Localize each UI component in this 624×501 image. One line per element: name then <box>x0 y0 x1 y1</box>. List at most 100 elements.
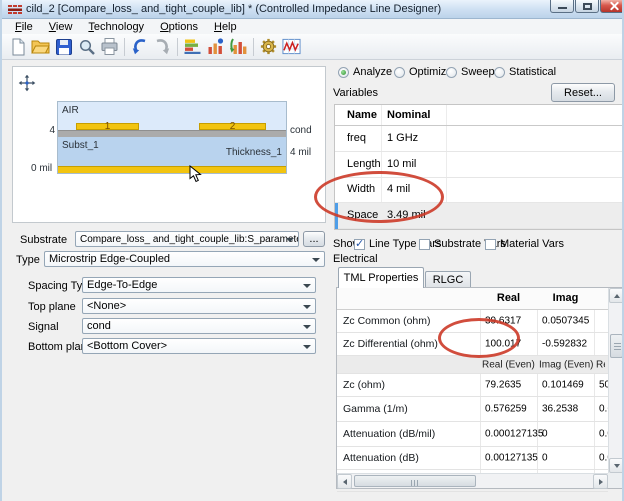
type-label: Type <box>16 254 40 266</box>
chevron-down-icon <box>303 325 311 329</box>
menu-file[interactable]: File <box>7 20 41 33</box>
substrate-label: Subst_1 <box>62 140 99 151</box>
signal-select[interactable]: cond <box>82 318 316 334</box>
radio-sweep-label[interactable]: Sweep <box>461 66 495 78</box>
radio-analyze-label[interactable]: Analyze <box>353 66 392 78</box>
top-plane-select[interactable]: <None> <box>82 298 316 314</box>
menu-view[interactable]: View <box>41 20 81 33</box>
chevron-down-icon <box>286 238 294 242</box>
variable-row-freq[interactable]: freq 1 GHz <box>335 126 622 152</box>
menu-options[interactable]: Options <box>152 20 206 33</box>
col-real-odd: Real ( <box>596 359 605 370</box>
title-bar[interactable]: cild_2 [Compare_loss_ and_tight_couple_l… <box>2 0 624 19</box>
top-plane-value: <None> <box>87 300 126 312</box>
settings-gear-icon[interactable] <box>257 35 280 58</box>
redo-icon[interactable] <box>151 35 174 58</box>
left-tick-label: 4 <box>39 125 55 136</box>
col-imag-even: Imag (Even) <box>539 359 593 370</box>
menu-help[interactable]: Help <box>206 20 245 33</box>
horizontal-scrollbar[interactable] <box>337 473 608 488</box>
annotation-oval-zc-differential <box>438 318 520 358</box>
horizontal-scroll-thumb[interactable] <box>354 475 476 487</box>
move-cursor-icon[interactable] <box>17 73 37 93</box>
zoom-icon[interactable] <box>75 35 98 58</box>
app-window: cild_2 [Compare_loss_ and_tight_couple_l… <box>0 0 624 501</box>
scroll-right-icon[interactable] <box>593 474 608 489</box>
bottom-tick-label: 0 mil <box>31 163 52 174</box>
menu-bar: File View Technology Options Help <box>2 19 624 34</box>
scroll-up-icon[interactable] <box>609 288 624 303</box>
tab-rlgc[interactable]: RLGC <box>425 271 471 288</box>
vertical-scrollbar[interactable] <box>608 288 623 473</box>
save-icon[interactable] <box>52 35 75 58</box>
radio-sweep[interactable] <box>446 67 457 78</box>
air-label: AIR <box>62 105 79 116</box>
toolbar-separator <box>124 38 125 56</box>
thickness-label: Thickness_1 <box>210 147 282 158</box>
maximize-button[interactable] <box>575 0 599 13</box>
waveform-plot-icon[interactable] <box>280 35 303 58</box>
annotation-oval-width-space <box>314 171 444 223</box>
spacing-type-value: Edge-To-Edge <box>87 279 157 291</box>
close-button[interactable] <box>600 0 624 13</box>
checkbox-material-vars[interactable] <box>485 239 496 250</box>
col-nominal: Nominal <box>387 109 430 121</box>
undo-icon[interactable] <box>128 35 151 58</box>
substrate-value: Compare_loss_ and_tight_couple_lib:S_par… <box>80 234 299 245</box>
substrate-select[interactable]: Compare_loss_ and_tight_couple_lib:S_par… <box>75 231 299 247</box>
minimize-button[interactable] <box>550 0 574 13</box>
electrical-section-label: Electrical <box>333 253 378 265</box>
open-folder-icon[interactable] <box>29 35 52 58</box>
stackup-chart-icon[interactable] <box>181 35 204 58</box>
cross-section-canvas[interactable]: AIR 1 2 Subst_1 Thickness_1 4 cond 4 mil… <box>12 66 326 223</box>
table-row-zc[interactable]: Zc (ohm) 79.2635 0.101469 50.00 <box>337 374 608 397</box>
cond-layer-label: cond <box>290 125 312 136</box>
scroll-down-icon[interactable] <box>609 458 624 473</box>
col-real-even: Real (Even) <box>482 359 535 370</box>
new-document-icon[interactable] <box>6 35 29 58</box>
bottom-plane-value: <Bottom Cover> <box>87 340 167 352</box>
tab-tml-properties[interactable]: TML Properties <box>338 267 424 288</box>
thickness-value-label: 4 mil <box>290 147 311 158</box>
chevron-down-icon <box>312 258 320 262</box>
col-imag: Imag <box>537 292 594 304</box>
toolbar <box>2 34 624 60</box>
checkbox-line-type-vars[interactable]: ✓ <box>354 239 365 250</box>
checkbox-line-type-vars-label[interactable]: Line Type Vars <box>369 238 441 250</box>
table-row-attenuation-mil[interactable]: Attenuation (dB/mil) 0.000127135 0 0.000 <box>337 422 608 447</box>
loss-chart-icon[interactable] <box>227 35 250 58</box>
radio-statistical-label[interactable]: Statistical <box>509 66 556 78</box>
radio-optimize[interactable] <box>394 67 405 78</box>
bottom-cover-layer[interactable] <box>58 166 286 173</box>
mouse-cursor <box>189 165 203 183</box>
scrollbar-corner <box>608 473 623 488</box>
checkbox-material-vars-label[interactable]: Material Vars <box>500 238 564 250</box>
col-real: Real <box>480 292 537 304</box>
table-row-gamma[interactable]: Gamma (1/m) 0.576259 36.2538 0.651 <box>337 397 608 422</box>
vertical-scroll-thumb[interactable] <box>610 334 623 358</box>
layer-stack: AIR 1 2 Subst_1 Thickness_1 <box>58 102 286 173</box>
radio-analyze[interactable] <box>338 67 349 78</box>
signal-value: cond <box>87 320 111 332</box>
checkbox-substrate-vars[interactable] <box>419 239 430 250</box>
minimize-icon <box>558 7 567 9</box>
top-plane-label: Top plane <box>28 301 76 313</box>
impedance-chart-icon[interactable] <box>204 35 227 58</box>
spacing-type-select[interactable]: Edge-To-Edge <box>82 277 316 293</box>
radio-statistical[interactable] <box>494 67 505 78</box>
substrate-browse-button[interactable]: ... <box>303 231 325 247</box>
reset-button[interactable]: Reset... <box>551 83 615 102</box>
signal-label: Signal <box>28 321 59 333</box>
type-value: Microstrip Edge-Coupled <box>49 253 170 265</box>
maximize-icon <box>583 3 592 10</box>
app-icon <box>8 4 22 15</box>
bottom-plane-select[interactable]: <Bottom Cover> <box>82 338 316 354</box>
menu-technology[interactable]: Technology <box>80 20 152 33</box>
print-icon[interactable] <box>98 35 121 58</box>
scroll-left-icon[interactable] <box>337 474 352 489</box>
type-select[interactable]: Microstrip Edge-Coupled <box>44 251 325 267</box>
check-icon: ✓ <box>355 237 364 250</box>
table-header-even-odd: Real (Even) Imag (Even) Real ( <box>337 356 608 374</box>
table-row-attenuation[interactable]: Attenuation (dB) 0.00127135 0 0.001 <box>337 447 608 470</box>
col-name: Name <box>347 109 377 121</box>
